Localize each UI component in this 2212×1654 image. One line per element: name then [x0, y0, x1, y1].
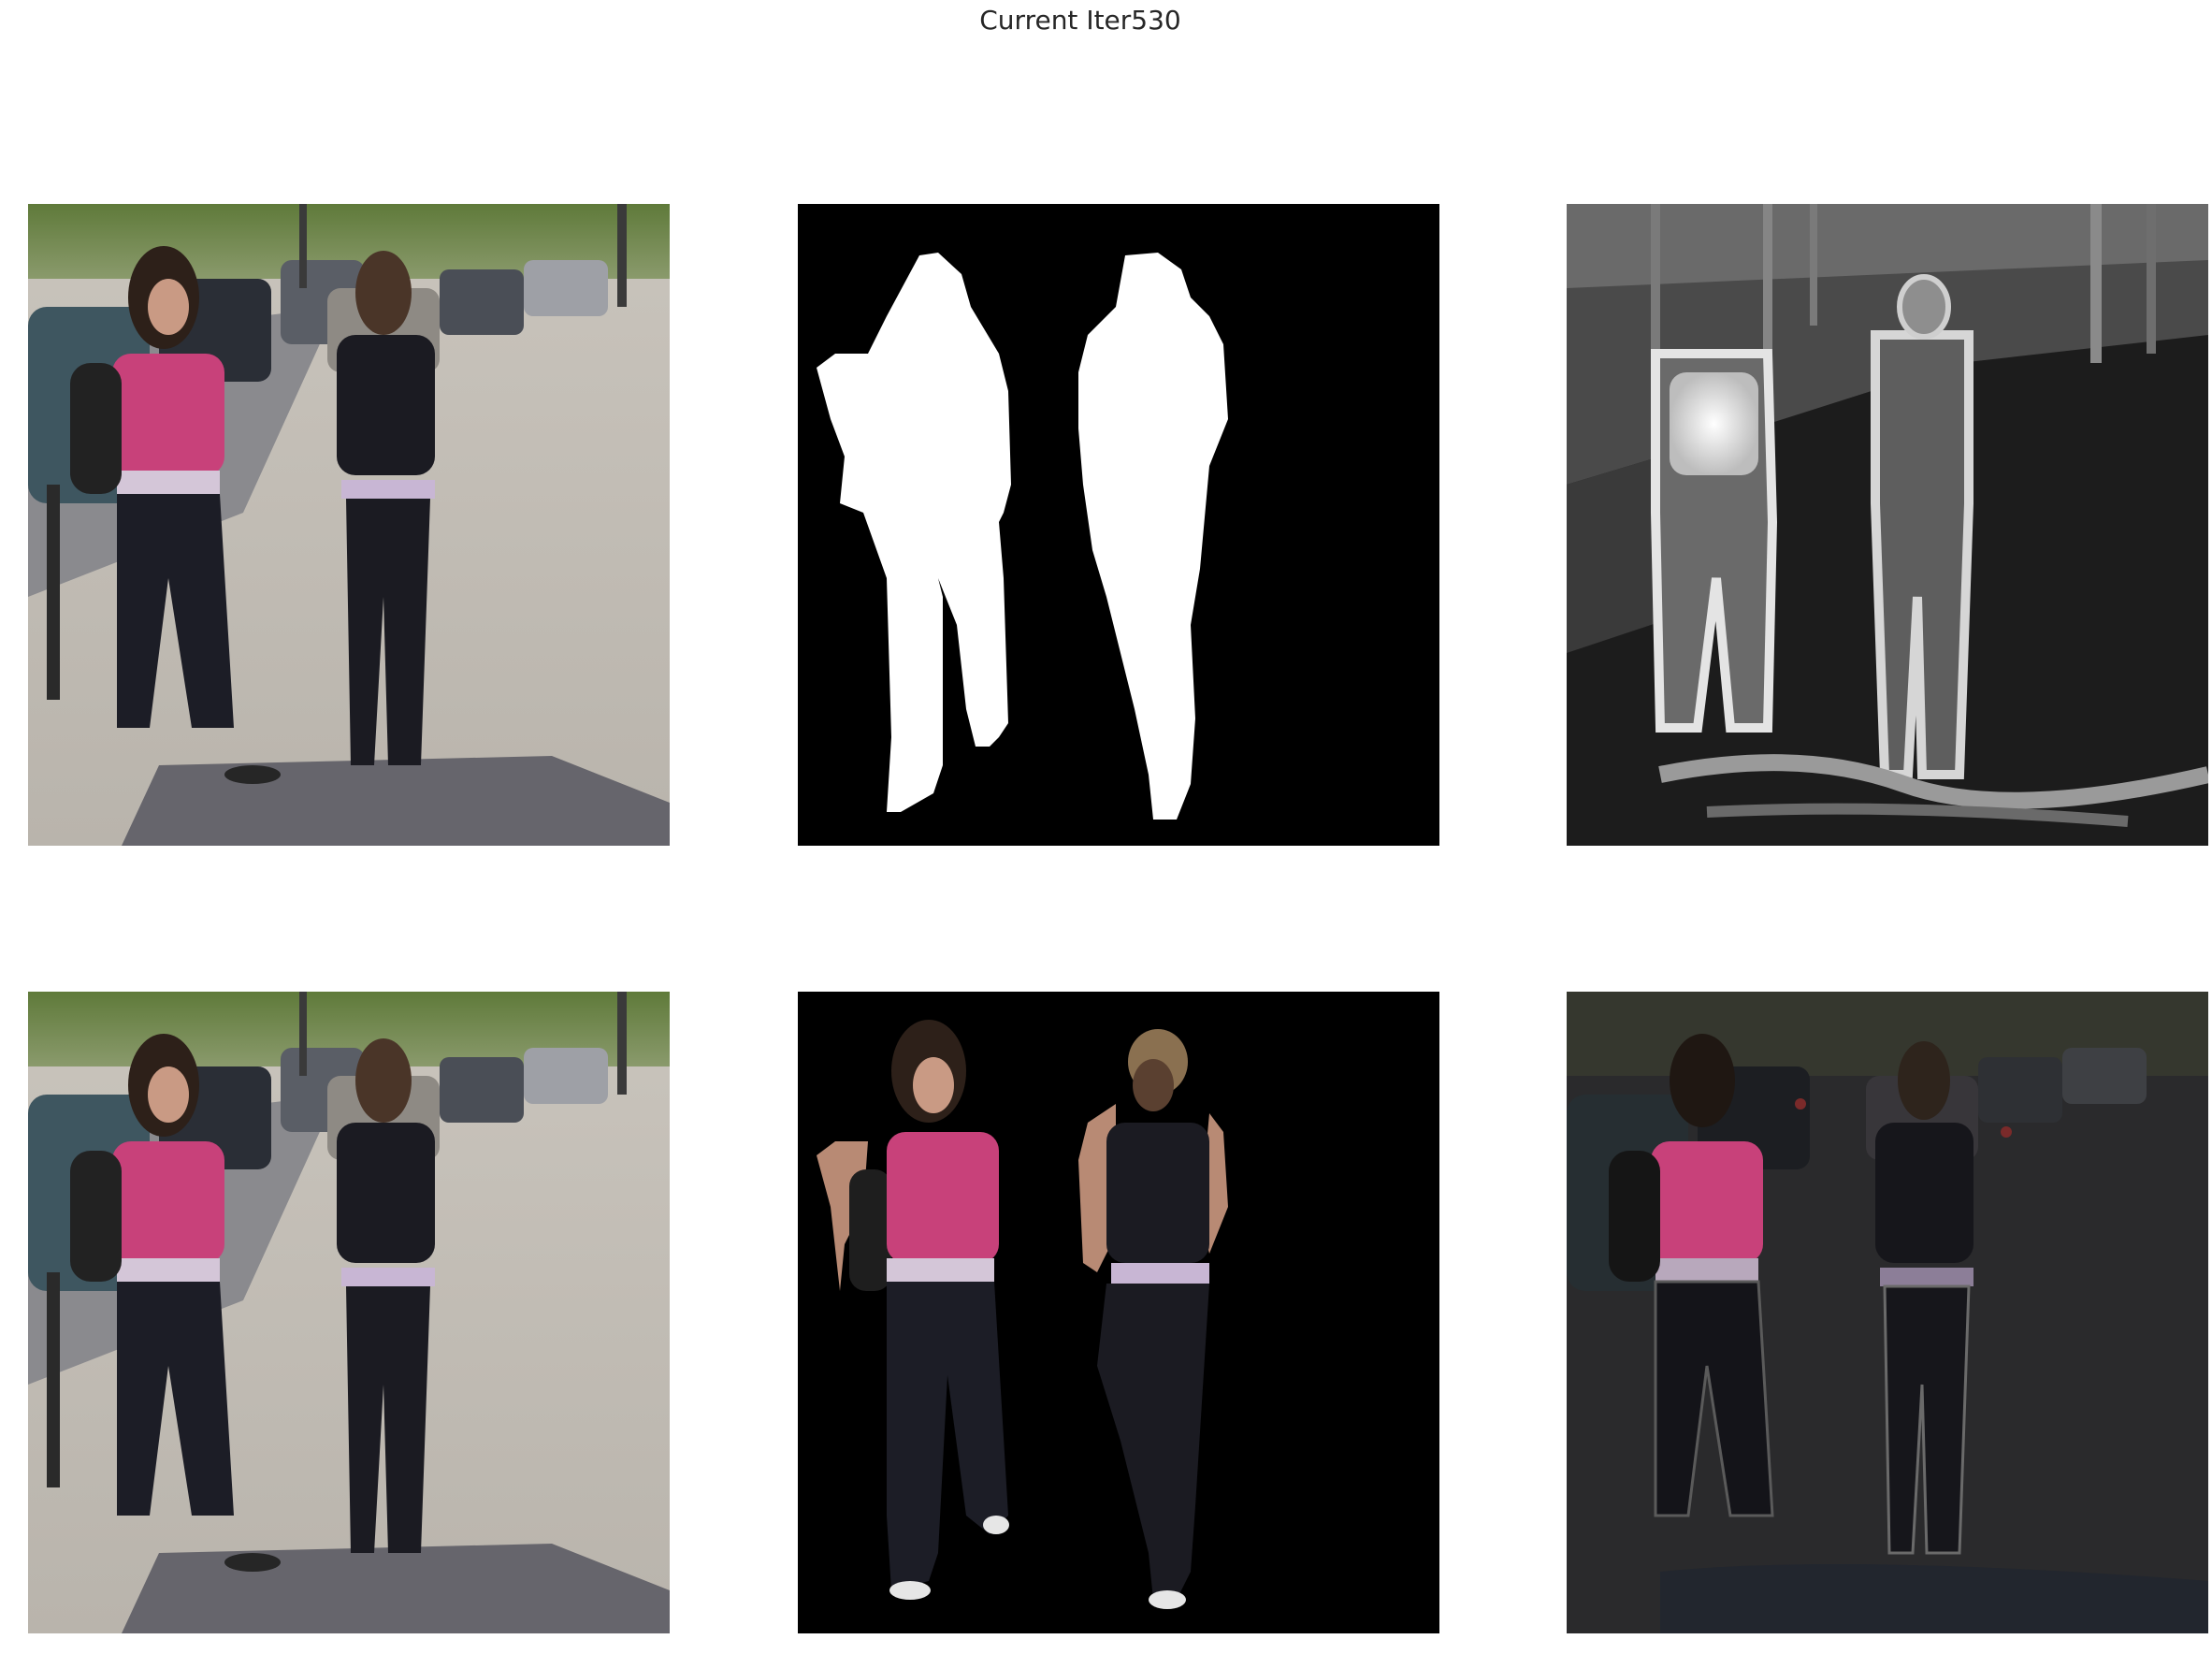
original-image-top	[28, 204, 670, 846]
grayscale-edge-map	[1567, 204, 2208, 846]
street-photo	[28, 204, 670, 846]
masked-cutout	[798, 992, 1439, 1633]
segmentation-mask	[798, 204, 1439, 846]
attention-heatmap	[1567, 204, 2208, 846]
figure-title: Current Iter530	[979, 5, 1181, 36]
dimmed-composite	[1567, 992, 2208, 1633]
original-image-bottom	[28, 992, 670, 1633]
darkened-blend	[1567, 992, 2208, 1633]
foreground-cutout	[798, 992, 1439, 1633]
street-photo	[28, 992, 670, 1633]
binary-mask	[798, 204, 1439, 846]
